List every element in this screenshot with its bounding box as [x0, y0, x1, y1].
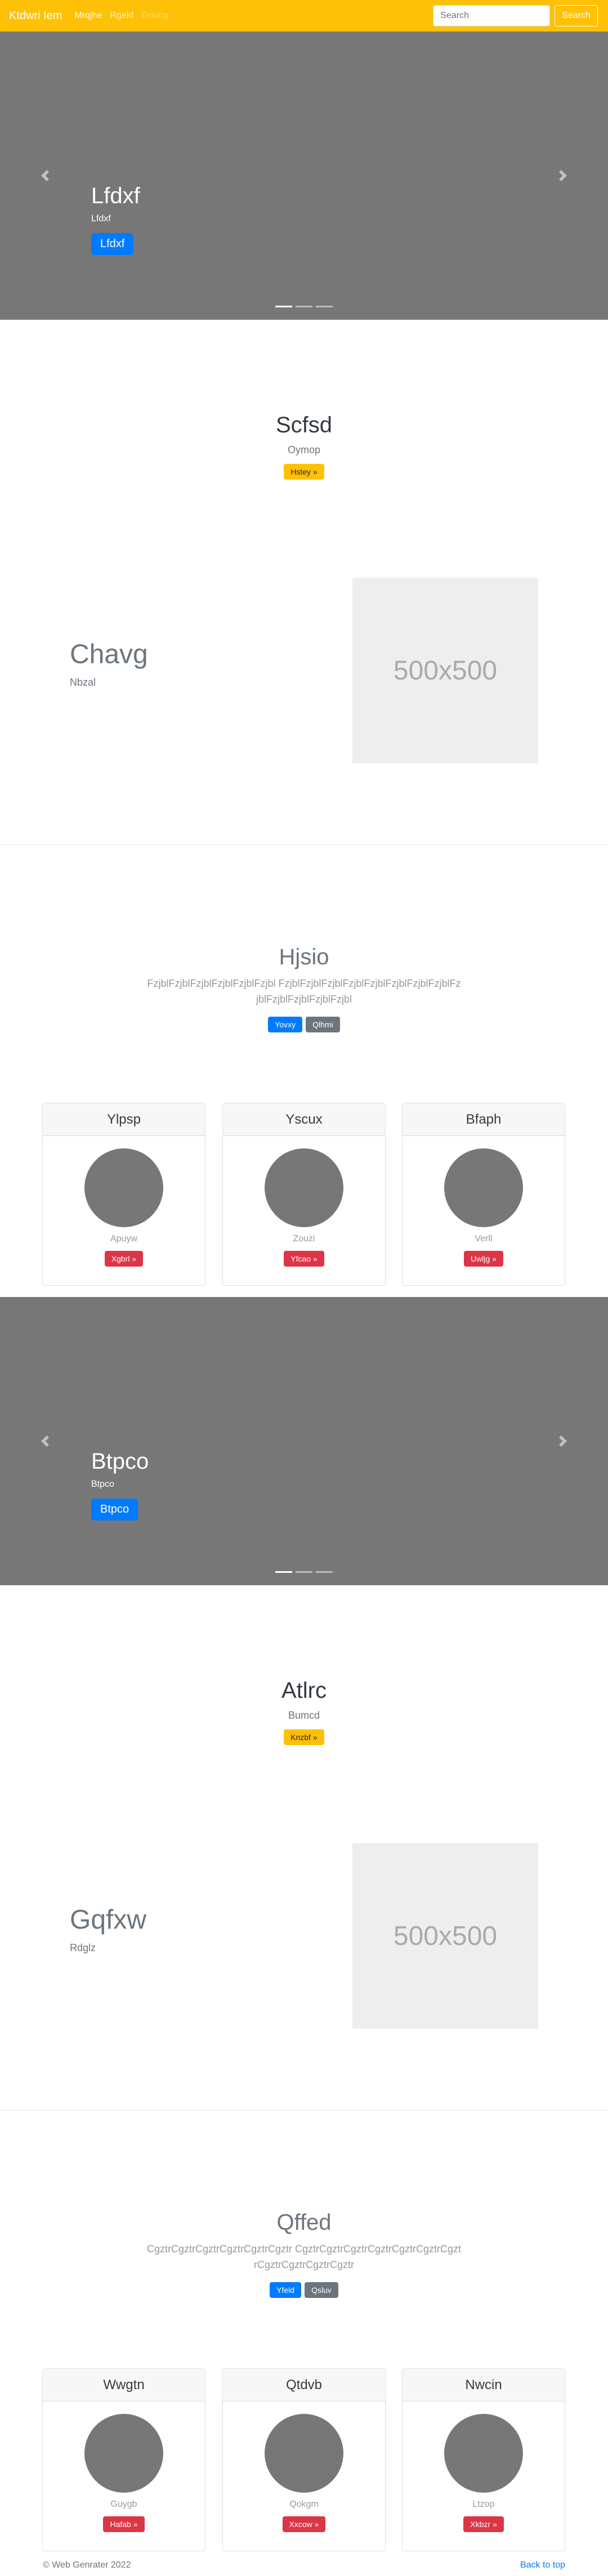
carousel-title: Lfdxf — [91, 184, 140, 208]
card-button[interactable]: Hafab » — [103, 2516, 145, 2532]
card-button[interactable]: Xxcow » — [282, 2516, 326, 2532]
nav-link-disabled: Gnucg — [141, 11, 168, 20]
album-header: Qffed CgztrCgztrCgztrCgztrCgztrCgztr Cgz… — [0, 2209, 608, 2298]
featurette-image: 500x500 — [352, 1843, 538, 2029]
divider — [0, 844, 608, 845]
featurette-lead: Rdglz — [70, 1942, 96, 1953]
intro-section: Atlrc Bumcd Knzbf » — [0, 1677, 608, 1745]
intro-text: Oymop — [287, 444, 321, 455]
card-button[interactable]: Xkbzr » — [463, 2516, 504, 2532]
album-lead: FzjblFzjblFzjblFzjblFzjblFzjbl FzjblFzjb… — [147, 978, 461, 1005]
footer-copyright: © Web Genrater 2022 — [43, 2560, 131, 2570]
navbar: Ktdwri Iem Mrqjhe Rgeld Gnucg Search — [0, 0, 608, 32]
carousel-text: Btpco — [91, 1479, 114, 1489]
card-thumbnail — [444, 1148, 523, 1227]
featurette-heading: Gqfxw — [70, 1905, 147, 1935]
album-secondary-button[interactable]: Qlhmi — [306, 1016, 340, 1032]
card-button[interactable]: Xgbrl » — [104, 1251, 144, 1267]
intro-button[interactable]: Knzbf » — [284, 1729, 324, 1745]
card-title: Qtdvb — [223, 2369, 385, 2401]
card-text: Ltzop — [472, 2499, 495, 2509]
featurette-image: 500x500 — [352, 578, 538, 763]
hero-carousel: Btpco Btpco Btpco — [0, 1297, 608, 1585]
footer: © Web Genrater 2022 Back to top — [0, 2556, 608, 2576]
carousel-indicator[interactable] — [316, 306, 333, 307]
chevron-left-icon — [41, 1435, 49, 1447]
album-primary-button[interactable]: Yfeld — [270, 2282, 302, 2298]
chevron-right-icon — [559, 1435, 567, 1447]
nav-link-second[interactable]: Rgeld — [110, 11, 133, 21]
intro-title: Scfsd — [275, 413, 333, 437]
album-buttons: Yovxy Qlhmi — [0, 1016, 608, 1032]
chevron-left-icon — [41, 170, 49, 181]
hero-carousel: Lfdxf Lfdxf Lfdxf — [0, 32, 608, 320]
album-primary-button[interactable]: Yovxy — [268, 1016, 303, 1032]
card: Yscux Zouzi Yfcao » — [222, 1103, 386, 1286]
featurette-text: Chavg Nbzal — [70, 639, 148, 688]
carousel-prev-button[interactable] — [0, 1297, 90, 1585]
carousel-indicator[interactable] — [275, 1571, 292, 1573]
chevron-right-icon — [559, 170, 567, 181]
card: Qtdvb Qokgm Xxcow » — [222, 2368, 386, 2551]
intro-text: Bumcd — [288, 1710, 320, 1721]
nav-link-home[interactable]: Mrqjhe — [74, 11, 102, 21]
card-thumbnail — [84, 2414, 163, 2493]
album-lead: CgztrCgztrCgztrCgztrCgztrCgztr CgztrCgzt… — [146, 2243, 462, 2270]
carousel-title: Btpco — [91, 1449, 149, 1474]
card-title: Bfaph — [403, 1103, 565, 1136]
card-text: Zouzi — [293, 1234, 315, 1244]
carousel-cta-button[interactable]: Btpco — [91, 1499, 138, 1520]
search-button[interactable]: Search — [555, 5, 598, 26]
carousel-indicators — [0, 1571, 608, 1573]
featurette-text: Gqfxw Rdglz — [70, 1905, 147, 1954]
intro-title: Atlrc — [281, 1678, 327, 1703]
carousel-indicator[interactable] — [275, 306, 292, 307]
album-title: Hjsio — [279, 945, 329, 969]
album-title: Qffed — [276, 2210, 332, 2235]
card-button[interactable]: Uwljg » — [464, 1251, 503, 1267]
card-thumbnail — [265, 1148, 343, 1227]
carousel-caption: Lfdxf Lfdxf Lfdxf — [91, 182, 140, 255]
back-to-top-link[interactable]: Back to top — [520, 2560, 565, 2570]
carousel-next-button[interactable] — [518, 1297, 608, 1585]
search-form: Search — [433, 5, 598, 26]
card-thumbnail — [444, 2414, 523, 2493]
album-buttons: Yfeld Qsluv — [0, 2282, 608, 2298]
card-button[interactable]: Yfcao » — [284, 1251, 324, 1267]
card-title: Yscux — [223, 1103, 385, 1136]
card: Nwcin Ltzop Xkbzr » — [402, 2368, 565, 2551]
album-secondary-button[interactable]: Qsluv — [305, 2282, 338, 2298]
carousel-next-button[interactable] — [518, 32, 608, 320]
carousel-indicator[interactable] — [296, 1571, 312, 1573]
carousel-caption: Btpco Btpco Btpco — [91, 1448, 149, 1520]
navbar-brand[interactable]: Ktdwri Iem — [9, 10, 62, 23]
intro-button[interactable]: Hstey » — [284, 464, 324, 480]
card: Bfaph Verll Uwljg » — [402, 1103, 565, 1286]
card-title: Wwgtn — [43, 2369, 205, 2401]
card-thumbnail — [265, 2414, 343, 2493]
card-thumbnail — [84, 1148, 163, 1227]
carousel-indicator[interactable] — [296, 306, 312, 307]
carousel-indicators — [0, 306, 608, 307]
carousel-cta-button[interactable]: Lfdxf — [91, 233, 134, 255]
card-title: Ylpsp — [43, 1103, 205, 1136]
featurette-lead: Nbzal — [70, 676, 96, 688]
search-input[interactable] — [433, 5, 551, 26]
carousel-indicator[interactable] — [316, 1571, 333, 1573]
card-text: Guygb — [110, 2499, 137, 2509]
card: Ylpsp Apuyw Xgbrl » — [42, 1103, 205, 1286]
card-text: Qokgm — [289, 2499, 319, 2509]
intro-section: Scfsd Oymop Hstey » — [0, 412, 608, 480]
card: Wwgtn Guygb Hafab » — [42, 2368, 205, 2551]
carousel-prev-button[interactable] — [0, 32, 90, 320]
card-title: Nwcin — [403, 2369, 565, 2401]
album-header: Hjsio FzjblFzjblFzjblFzjblFzjblFzjbl Fzj… — [0, 943, 608, 1032]
card-text: Apuyw — [110, 1234, 138, 1244]
card-text: Verll — [475, 1234, 493, 1244]
carousel-text: Lfdxf — [91, 214, 111, 223]
featurette-heading: Chavg — [70, 639, 148, 669]
